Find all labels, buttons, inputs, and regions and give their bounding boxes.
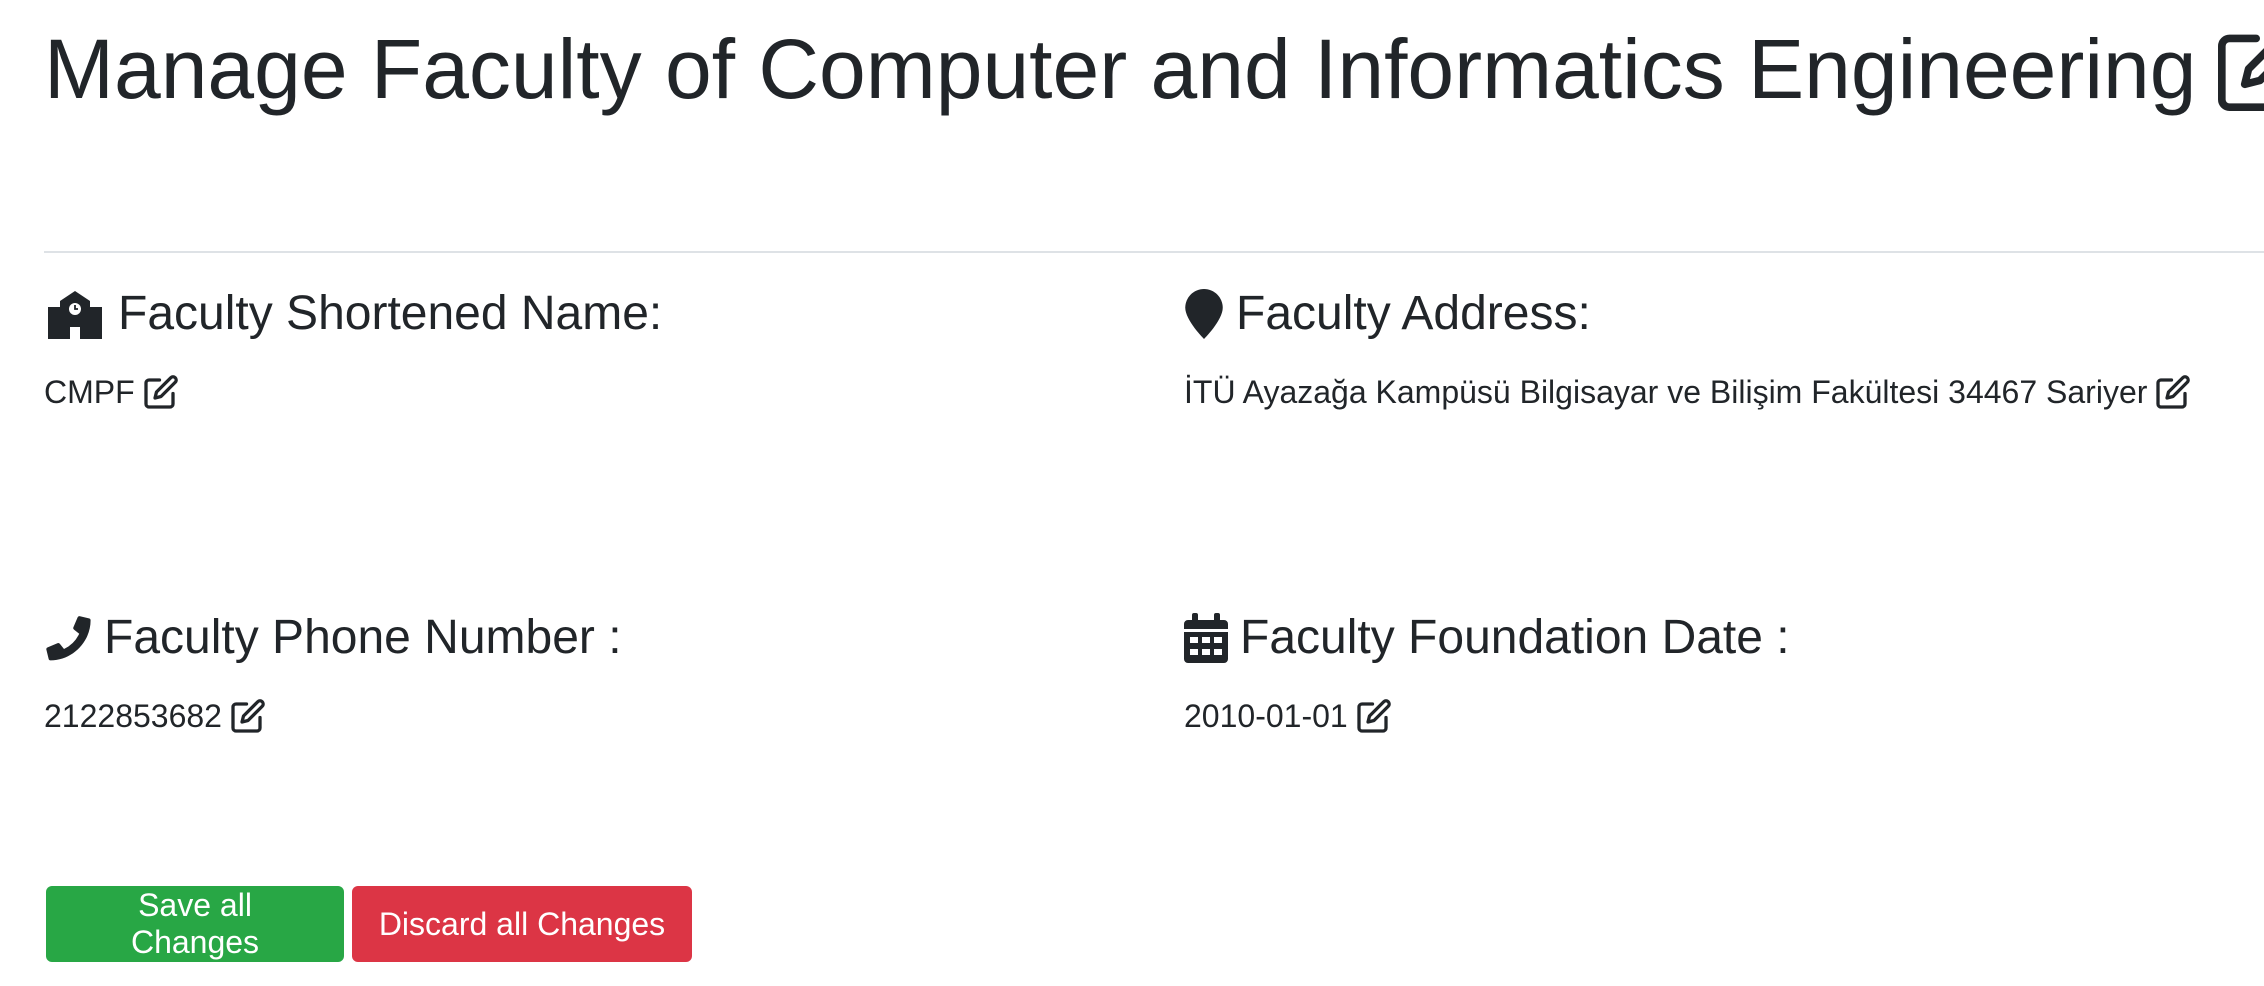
field-value: 2010-01-01 xyxy=(1184,698,1348,734)
edit-title-icon[interactable] xyxy=(2214,27,2264,111)
edit-icon[interactable] xyxy=(1356,699,1392,733)
school-icon xyxy=(44,289,106,339)
field-heading: Faculty Phone Number : xyxy=(44,606,622,670)
field-value-row: CMPF xyxy=(44,370,662,414)
map-marker-icon xyxy=(1184,289,1224,339)
discard-all-changes-button[interactable]: Discard all Changes xyxy=(352,886,692,962)
field-value-row: 2122853682 xyxy=(44,694,622,738)
field-foundation-date: Faculty Foundation Date : 2010-01-01 xyxy=(1184,606,1790,738)
calendar-icon xyxy=(1184,613,1228,663)
field-value: CMPF xyxy=(44,374,135,410)
field-label: Faculty Address: xyxy=(1236,287,1591,340)
header-divider xyxy=(44,251,2264,253)
page-title: Manage Faculty of Computer and Informati… xyxy=(44,22,2197,116)
page-header: Manage Faculty of Computer and Informati… xyxy=(44,14,2264,124)
field-phone-number: Faculty Phone Number : 2122853682 xyxy=(44,606,622,738)
field-label: Faculty Phone Number : xyxy=(104,611,622,664)
field-address: Faculty Address: İTÜ Ayazağa Kampüsü Bil… xyxy=(1184,282,2191,414)
edit-icon[interactable] xyxy=(230,699,266,733)
field-value-row: 2010-01-01 xyxy=(1184,694,1790,738)
field-heading: Faculty Address: xyxy=(1184,282,2191,346)
field-value: 2122853682 xyxy=(44,698,222,734)
edit-icon[interactable] xyxy=(143,375,179,409)
field-label: Faculty Shortened Name: xyxy=(118,287,663,340)
phone-icon xyxy=(44,614,92,662)
action-buttons: Save all Changes Discard all Changes xyxy=(46,886,692,962)
field-label: Faculty Foundation Date : xyxy=(1240,611,1790,664)
field-value-row: İTÜ Ayazağa Kampüsü Bilgisayar ve Bilişi… xyxy=(1184,370,2191,414)
field-shortened-name: Faculty Shortened Name: CMPF xyxy=(44,282,662,414)
manage-faculty-page: Manage Faculty of Computer and Informati… xyxy=(0,0,2264,986)
field-heading: Faculty Shortened Name: xyxy=(44,282,662,346)
edit-icon[interactable] xyxy=(2155,375,2191,409)
save-all-changes-button[interactable]: Save all Changes xyxy=(46,886,344,962)
field-heading: Faculty Foundation Date : xyxy=(1184,606,1790,670)
field-value: İTÜ Ayazağa Kampüsü Bilgisayar ve Bilişi… xyxy=(1184,374,2148,410)
